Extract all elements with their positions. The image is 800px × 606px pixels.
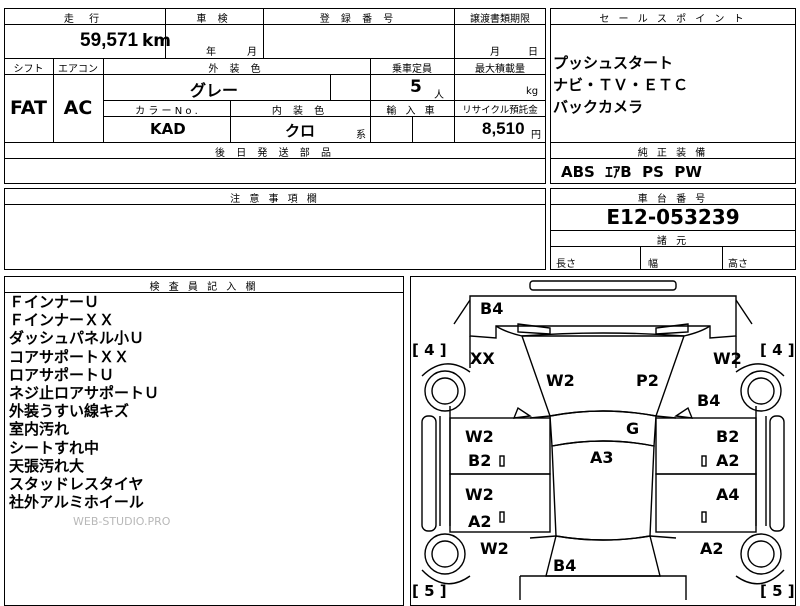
remark-line: 室内汚れ <box>9 420 70 439</box>
recycle-fee-unit: 円 <box>531 130 541 141</box>
registration-label: 登 録 番 号 <box>319 14 398 25</box>
equipment-value: ABS ｴｱB PS PW <box>561 163 702 181</box>
mark-p2: P2 <box>636 371 659 390</box>
sales-point-label: セ ー ル ス ポ イ ン ト <box>599 14 747 25</box>
dimensions-label: 諸 元 <box>656 236 690 247</box>
notes-label: 注 意 事 項 欄 <box>230 194 320 205</box>
aircon-label: エアコン <box>58 64 98 75</box>
recycle-fee-value: 8,510 <box>482 119 525 138</box>
car-diagram: B4 XX W2 W2 P2 B4 G A3 W2 B2 B2 A2 W2 A2… <box>412 280 795 600</box>
width-label: 幅 <box>648 259 658 270</box>
mileage-value: 59,571 <box>80 30 139 51</box>
inspection-month: 月 <box>247 47 257 58</box>
later-parts-label: 後 日 発 送 部 品 <box>215 148 335 159</box>
mark-a3: A3 <box>590 448 614 467</box>
mark-a2-bottom: A2 <box>700 539 724 558</box>
transfer-month: 月 <box>490 47 500 58</box>
interior-color-label: 内 装 色 <box>271 106 329 117</box>
remark-line: シートすれ中 <box>9 438 100 457</box>
max-load-label: 最大積載量 <box>475 64 525 75</box>
inspection-year: 年 <box>206 47 216 58</box>
inspection-label: 車 検 <box>196 14 232 25</box>
transfer-day: 日 <box>528 47 538 58</box>
remark-line: コアサポートＸＸ <box>9 347 130 366</box>
mark-a2-left-rear: A2 <box>468 512 492 531</box>
mark-w2-bottom: W2 <box>480 539 509 558</box>
tire-left-bottom: [ 5 ] <box>412 582 447 600</box>
tire-left-top: [ 4 ] <box>412 341 447 359</box>
length-label: 長さ <box>556 259 576 270</box>
remark-line: 外装うすい線キズ <box>9 402 130 421</box>
sales-line-3: バックカメラ <box>553 98 644 116</box>
exterior-color-label: 外 装 色 <box>208 64 265 75</box>
mark-a2-right-front: A2 <box>716 451 740 470</box>
tire-right-bottom: [ 5 ] <box>760 582 795 600</box>
inspector-remarks: ＦインナーＵ ＦインナーＸＸ ダッシュパネル小Ｕ コアサポートＸＸ ロアサポート… <box>9 293 159 511</box>
equipment-label: 純 正 装 備 <box>637 148 709 159</box>
mark-a4: A4 <box>716 485 740 504</box>
recycle-fee-label: リサイクル預託金 <box>462 105 538 116</box>
mark-b4-right: B4 <box>697 391 720 410</box>
chassis-number: E12-053239 <box>606 205 740 229</box>
mark-b2-left-front: B2 <box>468 451 491 470</box>
capacity-label: 乗車定員 <box>392 64 432 75</box>
remark-line: ＦインナーＵ <box>9 293 100 311</box>
remark-line: ネジ止ロアサポートＵ <box>9 384 160 403</box>
remark-line: ＦインナーＸＸ <box>9 311 115 330</box>
mark-b2-right-front: B2 <box>716 427 739 446</box>
remark-line: スタッドレスタイヤ <box>9 475 144 494</box>
mark-w2-left-front: W2 <box>465 427 494 446</box>
shift-value: FAT <box>10 97 47 119</box>
tire-right-top: [ 4 ] <box>760 341 795 359</box>
mark-b4-top: B4 <box>480 299 503 318</box>
color-number-label: カ ラ ー N o . <box>135 106 198 117</box>
capacity-unit: 人 <box>434 90 444 101</box>
mark-g: G <box>626 419 639 438</box>
mark-b4-bottom: B4 <box>553 556 576 575</box>
remark-line: 天張汚れ大 <box>9 456 85 475</box>
remark-line: ロアサポートＵ <box>9 365 115 384</box>
sales-line-1: プッシュスタート <box>553 54 674 72</box>
shift-label: シフト <box>13 64 44 75</box>
interior-color-value: クロ <box>285 122 316 140</box>
exterior-color-value: グレー <box>190 81 239 100</box>
mileage-label: 走 行 <box>63 14 106 25</box>
chassis-label: 車 台 番 号 <box>637 194 709 205</box>
interior-color-unit: 系 <box>356 130 366 141</box>
aircon-value: AC <box>63 97 93 119</box>
remark-line: 社外アルミホイール <box>9 493 144 512</box>
height-label: 高さ <box>728 259 748 270</box>
remark-line: ダッシュパネル小Ｕ <box>9 329 145 348</box>
inspector-label: 検 査 員 記 入 欄 <box>149 282 259 293</box>
watermark: WEB-STUDIO.PRO <box>73 515 171 528</box>
color-number-value: KAD <box>150 120 186 138</box>
sales-line-2: ナビ・ＴＶ・ＥＴＣ <box>553 76 689 94</box>
mark-xx: XX <box>470 349 495 368</box>
import-label: 輸 入 車 <box>386 106 438 117</box>
max-load-unit: kg <box>526 86 539 97</box>
mark-w2-left-rear: W2 <box>465 485 494 504</box>
mark-w2-right-top: W2 <box>713 349 742 368</box>
mark-w2-hood: W2 <box>546 371 575 390</box>
transfer-deadline-label: 譲渡書類期限 <box>470 14 530 25</box>
capacity-value: 5 <box>410 77 422 97</box>
mileage-unit: km <box>142 31 172 51</box>
